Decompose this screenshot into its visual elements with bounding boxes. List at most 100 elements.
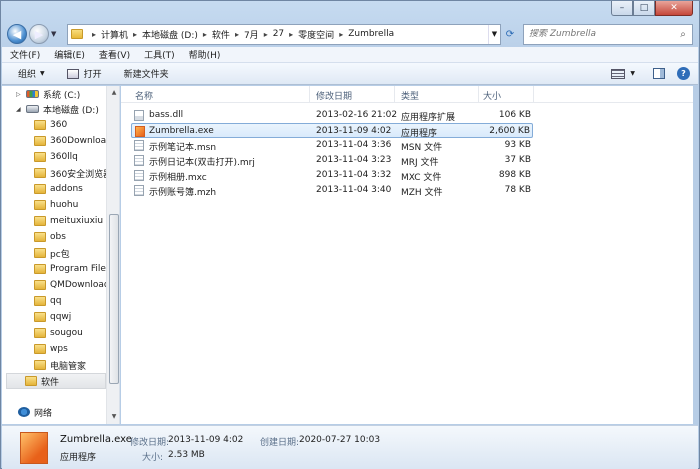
column-modified[interactable]: 修改日期 <box>316 89 352 102</box>
preview-pane-icon[interactable] <box>653 68 665 79</box>
folder-icon <box>25 376 37 386</box>
details-created-value: 2020-07-27 10:03 <box>299 435 381 445</box>
folder-icon <box>34 136 46 146</box>
folder-icon <box>34 216 46 226</box>
tree-item-addons[interactable]: addons <box>24 181 83 197</box>
recent-pages-dropdown[interactable]: ▼ <box>51 30 61 38</box>
search-icon[interactable]: ⌕ <box>674 29 692 40</box>
file-row-sample-accounts[interactable]: 示例账号簿.mzh 2013-11-04 3:40 MZH 文件 78 KB <box>131 183 533 198</box>
address-bar[interactable]: ▸ 计算机 ▸ 本地磁盘 (D:) ▸ 软件 ▸ 7月 ▸ 27 ▸ 零度空间 … <box>67 23 501 45</box>
file-row-bass-dll[interactable]: bass.dll 2013-02-16 21:02 应用程序扩展 106 KB <box>131 108 533 123</box>
refresh-icon[interactable]: ⟳ <box>501 29 519 40</box>
tree-item-qq[interactable]: qq <box>24 293 61 309</box>
tree-item-pc-manager[interactable]: 电脑管家 <box>24 357 86 373</box>
details-file-name: Zumbrella.exe <box>60 434 132 445</box>
details-modified-value: 2013-11-09 4:02 <box>168 435 244 445</box>
search-input[interactable] <box>529 29 674 39</box>
details-pane: Zumbrella.exe 应用程序 修改日期: 2013-11-09 4:02… <box>2 425 698 469</box>
crumb-zumbrella[interactable]: Zumbrella <box>348 29 394 39</box>
tree-item-software[interactable]: 软件 <box>6 373 106 389</box>
tree-item-sougou[interactable]: sougou <box>24 325 83 341</box>
file-row-sample-diary[interactable]: 示例日记本(双击打开).mrj 2013-11-04 3:23 MRJ 文件 3… <box>131 153 533 168</box>
crumb-july[interactable]: 7月 <box>244 28 259 41</box>
tree-item-pc-bao[interactable]: pc包 <box>24 245 70 261</box>
menu-help[interactable]: 帮助(H) <box>189 48 221 61</box>
menu-tools[interactable]: 工具(T) <box>144 48 175 61</box>
collapse-arrow-icon[interactable]: ◢ <box>16 106 26 113</box>
scroll-down-icon[interactable]: ▼ <box>107 410 119 424</box>
folder-icon <box>34 232 46 242</box>
tree-item-huohu[interactable]: huohu <box>24 197 78 213</box>
folder-icon <box>34 296 46 306</box>
tree-item-network[interactable]: 网络 <box>18 404 52 420</box>
folder-icon <box>34 328 46 338</box>
command-bar: 组织 ▼ 打开 新建文件夹 ▼ ? <box>2 63 698 85</box>
minimize-button[interactable]: – <box>611 1 633 16</box>
view-dropdown-icon[interactable]: ▼ <box>630 70 635 77</box>
tree-item-360downloads[interactable]: 360Downloads <box>24 133 117 149</box>
details-size-label: 大小: <box>142 453 164 463</box>
back-button[interactable]: ◀ <box>7 24 27 44</box>
tree-item-drive-c[interactable]: ▷ 系统 (C:) <box>16 86 80 102</box>
file-list: 名称 修改日期 类型 大小 bass.dll 2013-02-16 21:02 … <box>121 86 693 424</box>
folder-icon <box>34 248 46 258</box>
tree-item-program-files[interactable]: Program Files <box>24 261 111 277</box>
folder-icon <box>34 184 46 194</box>
file-row-zumbrella-exe[interactable]: Zumbrella.exe 2013-11-09 4:02 应用程序 2,600… <box>131 123 533 139</box>
tree-item-360[interactable]: 360 <box>24 117 67 133</box>
tree-item-wps[interactable]: wps <box>24 341 68 357</box>
tree-item-qqwj[interactable]: qqwj <box>24 309 71 325</box>
document-icon <box>134 185 144 196</box>
search-box[interactable]: ⌕ <box>523 23 693 45</box>
menu-file[interactable]: 文件(F) <box>10 48 40 61</box>
document-icon <box>134 140 144 151</box>
network-icon <box>18 407 30 417</box>
address-dropdown-icon[interactable]: ▼ <box>488 24 500 44</box>
dll-file-icon <box>134 110 144 121</box>
system-drive-icon <box>26 90 39 98</box>
tree-item-qmdownload[interactable]: QMDownload <box>24 277 110 293</box>
drive-icon <box>26 105 39 113</box>
crumb-computer[interactable]: 计算机 <box>101 28 128 41</box>
tree-item-meituxiuxiu[interactable]: meituxiuxiu <box>24 213 103 229</box>
crumb-drive-d[interactable]: 本地磁盘 (D:) <box>142 28 198 41</box>
new-folder-button[interactable]: 新建文件夹 <box>124 67 169 80</box>
folder-icon <box>71 29 83 39</box>
caption-buttons: – □ ✕ <box>611 1 693 17</box>
column-header-row: 名称 修改日期 类型 大小 <box>121 86 693 103</box>
details-modified-label: 修改日期: <box>130 438 170 448</box>
folder-icon <box>34 120 46 130</box>
scrollbar-thumb[interactable] <box>109 214 119 384</box>
expand-arrow-icon[interactable]: ▷ <box>16 91 26 98</box>
forward-button[interactable]: ▶ <box>29 24 49 44</box>
crumb-software[interactable]: 软件 <box>212 28 230 41</box>
chevron-down-icon: ▼ <box>40 70 45 77</box>
nav-scrollbar[interactable]: ▲ ▼ <box>106 86 119 424</box>
organize-button[interactable]: 组织 ▼ <box>18 67 45 80</box>
document-icon <box>134 170 144 181</box>
scroll-up-icon[interactable]: ▲ <box>107 86 119 100</box>
column-name[interactable]: 名称 <box>135 89 153 102</box>
details-created-label: 创建日期: <box>260 438 300 448</box>
tree-item-drive-d[interactable]: ◢ 本地磁盘 (D:) <box>16 101 99 117</box>
menu-view[interactable]: 查看(V) <box>99 48 130 61</box>
crumb-zero-space[interactable]: 零度空间 <box>298 28 334 41</box>
tree-item-360browser[interactable]: 360安全浏览器 <box>24 165 112 181</box>
maximize-button[interactable]: □ <box>633 1 655 16</box>
details-file-type: 应用程序 <box>60 453 97 463</box>
folder-icon <box>34 344 46 354</box>
close-button[interactable]: ✕ <box>655 1 693 16</box>
file-row-sample-notebook[interactable]: 示例笔记本.msn 2013-11-04 3:36 MSN 文件 93 KB <box>131 138 533 153</box>
tree-item-360llq[interactable]: 360llq <box>24 149 78 165</box>
menu-edit[interactable]: 编辑(E) <box>54 48 85 61</box>
open-icon <box>66 68 79 79</box>
column-type[interactable]: 类型 <box>401 89 419 102</box>
file-row-sample-album[interactable]: 示例相册.mxc 2013-11-04 3:32 MXC 文件 898 KB <box>131 168 533 183</box>
view-options-icon[interactable] <box>611 68 626 79</box>
column-size[interactable]: 大小 <box>483 89 501 102</box>
tree-item-obs[interactable]: obs <box>24 229 66 245</box>
folder-icon <box>34 200 46 210</box>
help-icon[interactable]: ? <box>677 67 690 80</box>
open-button[interactable]: 打开 <box>66 67 102 80</box>
crumb-27[interactable]: 27 <box>273 29 284 39</box>
